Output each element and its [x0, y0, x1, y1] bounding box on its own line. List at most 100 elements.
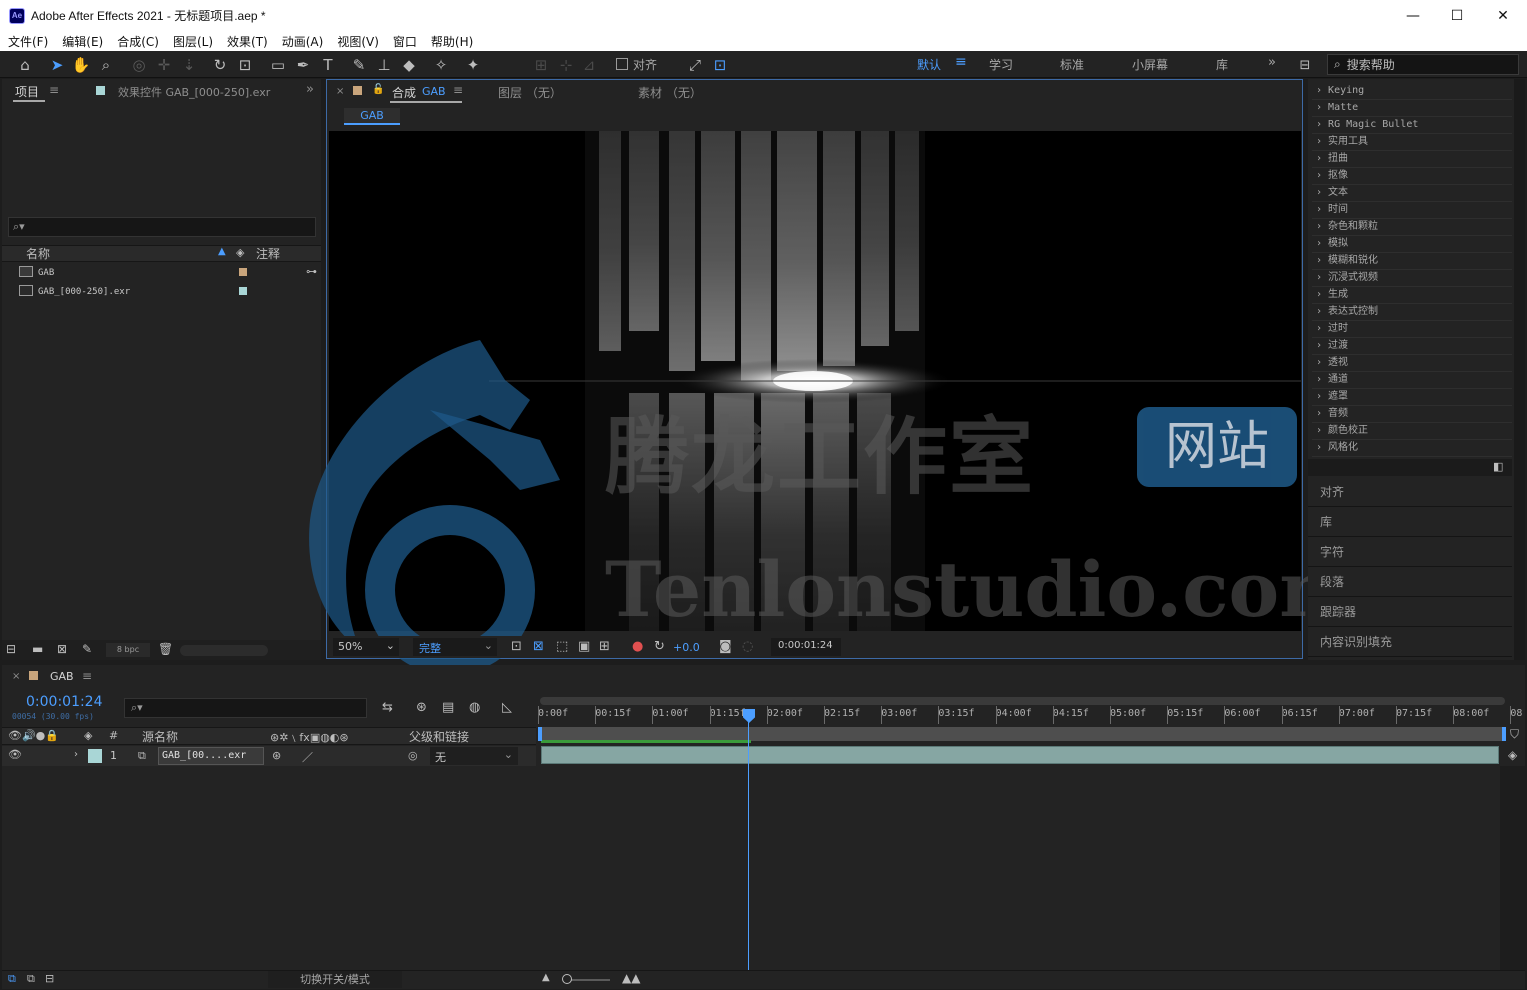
work-area-bar[interactable]: [540, 727, 1503, 741]
effects-category-item[interactable]: › 颜色校正: [1312, 423, 1512, 440]
layer-duration-bar[interactable]: [541, 746, 1499, 764]
rectangle-tool-icon[interactable]: ▭: [267, 54, 289, 76]
tab-footage[interactable]: 素材 （无）: [638, 84, 702, 101]
brush-tool-icon[interactable]: ✎: [348, 54, 370, 76]
panel-menu-icon[interactable]: ≡: [453, 83, 463, 97]
dolly-camera-icon[interactable]: ⇣: [178, 54, 200, 76]
tab-composition[interactable]: 合成: [392, 84, 416, 101]
menu-edit[interactable]: 编辑(E): [62, 33, 103, 50]
comp-marker-bin-icon[interactable]: ⛉: [1510, 727, 1519, 742]
resolution-dropdown[interactable]: 完整 ⌄: [413, 638, 497, 656]
menu-help[interactable]: 帮助(H): [431, 33, 473, 50]
effects-category-item[interactable]: › 杂色和颗粒: [1312, 219, 1512, 236]
effects-category-item[interactable]: › 透视: [1312, 355, 1512, 372]
side-panel-tab[interactable]: 段落: [1308, 568, 1512, 597]
menu-layer[interactable]: 图层(L): [173, 33, 213, 50]
zoom-tool-icon[interactable]: ⌕: [95, 54, 117, 76]
side-panel-tab[interactable]: 库: [1308, 508, 1512, 537]
menu-view[interactable]: 视图(V): [337, 33, 379, 50]
effects-category-item[interactable]: › RG Magic Bullet: [1312, 117, 1512, 134]
home-icon[interactable]: ⌂: [14, 54, 36, 76]
workspace-learn[interactable]: 学习: [989, 56, 1013, 73]
column-comment[interactable]: 注释: [256, 245, 280, 262]
project-item-row[interactable]: GAB ⊶: [2, 264, 321, 282]
roto-brush-tool-icon[interactable]: ✧: [430, 54, 452, 76]
comp-mini-flowchart-icon[interactable]: ⇆: [382, 700, 393, 715]
side-panel-tab[interactable]: 对齐: [1308, 478, 1512, 507]
workspace-libraries[interactable]: 库: [1216, 56, 1228, 73]
workspace-small-screen[interactable]: 小屏幕: [1132, 56, 1168, 73]
zoom-in-icon[interactable]: ▲▲: [622, 971, 640, 985]
menu-window[interactable]: 窗口: [393, 33, 417, 50]
layer-name[interactable]: GAB_[00....exr: [158, 747, 264, 765]
column-parent-link[interactable]: 父级和链接: [409, 728, 469, 745]
effects-category-item[interactable]: › 生成: [1312, 287, 1512, 304]
effects-category-item[interactable]: › 文本: [1312, 185, 1512, 202]
current-time-indicator[interactable]: [748, 722, 749, 970]
dependencies-icon[interactable]: ✎: [82, 642, 92, 656]
align-checkbox[interactable]: [616, 58, 628, 70]
thumbnail-scrollbar[interactable]: [180, 645, 268, 656]
transparency-grid-icon[interactable]: ⊠: [533, 639, 544, 654]
layer-label-color[interactable]: [88, 749, 102, 763]
toggle-switches-modes-button[interactable]: 切换开关/模式: [268, 971, 402, 988]
parent-dropdown[interactable]: 无 ⌄: [430, 747, 518, 765]
work-area-end-handle[interactable]: [1502, 727, 1506, 741]
transfer-controls-pane-icon[interactable]: ⧉: [27, 972, 35, 986]
interpret-footage-icon[interactable]: ⊟: [6, 642, 16, 656]
effects-category-item[interactable]: › 模糊和锐化: [1312, 253, 1512, 270]
work-area-navigator[interactable]: [540, 697, 1505, 705]
local-axis-icon[interactable]: ⊞: [530, 54, 552, 76]
clone-stamp-tool-icon[interactable]: ⊥: [373, 54, 395, 76]
shy-layers-icon[interactable]: ⊛: [416, 700, 427, 715]
world-axis-icon[interactable]: ⊹: [555, 54, 577, 76]
snap-icon[interactable]: ⤢: [684, 54, 706, 76]
close-tab-icon[interactable]: ×: [336, 86, 344, 97]
effects-category-item[interactable]: › Matte: [1312, 100, 1512, 117]
pen-tool-icon[interactable]: ✒: [292, 54, 314, 76]
effects-category-item[interactable]: › 表达式控制: [1312, 304, 1512, 321]
zoom-slider-track[interactable]: [566, 979, 610, 981]
show-snapshot-icon[interactable]: ◌: [742, 639, 753, 654]
zoom-slider-thumb[interactable]: [562, 974, 572, 984]
effects-category-item[interactable]: › 风格化: [1312, 440, 1512, 457]
tab-effect-controls[interactable]: 效果控件 GAB_[000-250].exr: [118, 84, 270, 100]
eye-icon[interactable]: 👁: [8, 748, 22, 761]
pan-camera-icon[interactable]: ✛: [153, 54, 175, 76]
eraser-tool-icon[interactable]: ◆: [398, 54, 420, 76]
color-channels-icon[interactable]: ●: [632, 639, 643, 654]
project-search-input[interactable]: ⌕▾: [8, 217, 316, 237]
shy-switch-icon[interactable]: ⊛: [272, 749, 281, 762]
maximize-button[interactable]: ☐: [1434, 0, 1480, 31]
side-panel-tab[interactable]: 跟踪器: [1308, 598, 1512, 627]
side-panel-tab[interactable]: 内容识别填充: [1308, 628, 1512, 657]
rotate-tool-icon[interactable]: ↻: [209, 54, 231, 76]
effects-scrollbar[interactable]: [1514, 79, 1525, 660]
effects-category-item[interactable]: › 通道: [1312, 372, 1512, 389]
layer-row[interactable]: 👁 › 1 ⧉ GAB_[00....exr ⊛ ／ ◎ 无 ⌄: [2, 746, 536, 766]
comp-breadcrumb[interactable]: GAB: [344, 108, 400, 125]
graph-editor-icon[interactable]: ◺: [502, 700, 512, 715]
motion-blur-icon[interactable]: ◍: [469, 700, 480, 715]
menu-file[interactable]: 文件(F): [8, 33, 48, 50]
menu-animation[interactable]: 动画(A): [282, 33, 324, 50]
pick-whip-icon[interactable]: ◎: [408, 749, 418, 762]
quality-switch-icon[interactable]: ／: [302, 749, 313, 765]
timeline-search-input[interactable]: ⌕▾: [124, 698, 367, 718]
column-name[interactable]: 名称: [26, 245, 50, 262]
snapping-toggle-icon[interactable]: ⊡: [709, 54, 731, 76]
minimize-button[interactable]: —: [1390, 0, 1436, 31]
column-source-name[interactable]: 源名称: [142, 728, 178, 745]
timeline-scrollbar[interactable]: [1500, 766, 1525, 970]
effects-category-item[interactable]: › 抠像: [1312, 168, 1512, 185]
zoom-out-icon[interactable]: ▲: [542, 972, 550, 983]
new-composition-icon[interactable]: ⊠: [57, 642, 67, 656]
side-panel-tab[interactable]: 字符: [1308, 538, 1512, 567]
tab-project[interactable]: 项目: [15, 83, 39, 100]
panel-menu-icon[interactable]: ≡: [49, 83, 59, 97]
snapshot-camera-icon[interactable]: ◙: [719, 639, 732, 654]
reset-exposure-icon[interactable]: ↻: [654, 639, 665, 654]
current-time-display[interactable]: 0:00:01:24: [771, 638, 841, 656]
selection-tool-icon[interactable]: ➤: [46, 54, 68, 76]
label-color-chip[interactable]: [239, 268, 247, 276]
